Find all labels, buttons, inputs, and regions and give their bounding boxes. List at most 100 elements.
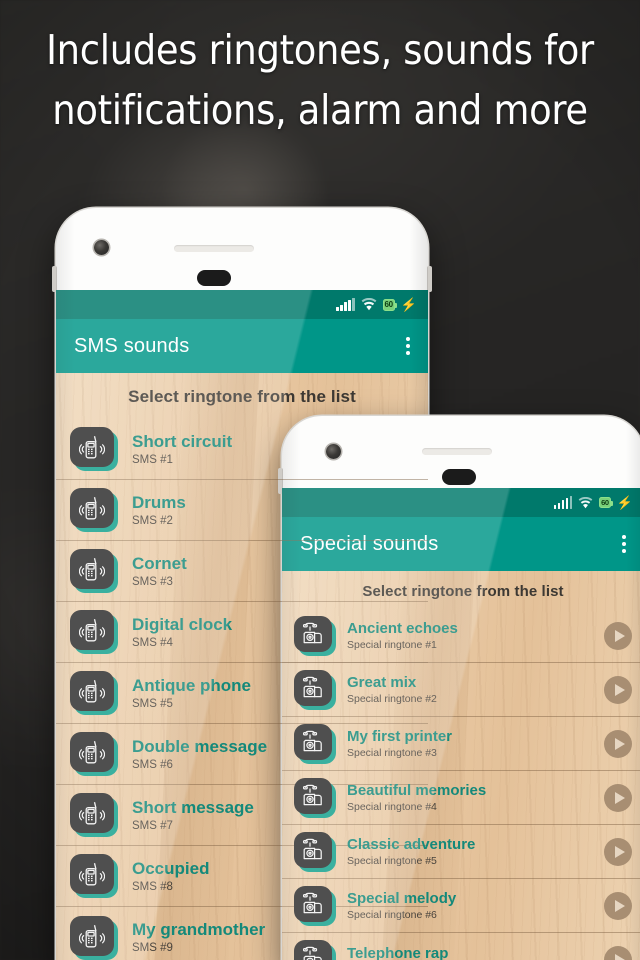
- ringtone-text: Great mix Special ringtone #2: [347, 673, 604, 706]
- play-icon[interactable]: [604, 946, 632, 960]
- front-camera-icon: [94, 240, 109, 255]
- earpiece-speaker-icon: [422, 448, 492, 455]
- play-icon[interactable]: [604, 891, 632, 920]
- cordless-phone-icon: [70, 671, 114, 711]
- ringtone-row[interactable]: Classic adventure Special ringtone #5: [282, 825, 640, 879]
- ringtone-icon-wrapper: [70, 793, 118, 837]
- ringtone-icon-wrapper: [294, 669, 336, 710]
- cordless-phone-icon: [70, 427, 114, 467]
- ringtone-title: Beautiful memories: [347, 782, 487, 799]
- list-pane-special: Select ringtone from the list Ancient ec…: [282, 571, 640, 960]
- play-triangle-icon: [614, 683, 625, 696]
- vintage-telephone-icon: [294, 777, 332, 814]
- ringtone-title: Great mix: [347, 674, 417, 691]
- signal-bars-icon: [336, 298, 355, 311]
- charging-bolt-icon: ⚡: [616, 495, 633, 510]
- ringtone-subtitle: SMS #2: [132, 514, 173, 527]
- ringtone-subtitle: Special ringtone #2: [347, 693, 437, 705]
- play-triangle-icon: [614, 737, 625, 750]
- battery-level-label: 60: [601, 497, 609, 507]
- ringtone-text: Beautiful memories Special ringtone #4: [347, 781, 604, 814]
- cordless-phone-icon: [70, 610, 114, 650]
- ringtone-text: Ancient echoes Special ringtone #1: [347, 619, 604, 652]
- select-hint-sms: Select ringtone from the list: [128, 387, 356, 406]
- ringtone-icon-wrapper: [70, 610, 118, 654]
- play-icon[interactable]: [604, 675, 632, 704]
- ringtone-title: Telephone rap: [347, 944, 449, 960]
- cordless-phone-icon: [70, 793, 114, 833]
- cordless-phone-icon: [70, 854, 114, 894]
- ringtone-subtitle: SMS #1: [132, 453, 173, 466]
- ringtone-title: Short circuit: [132, 431, 233, 451]
- ringtone-text: Special melody Special ringtone #6: [347, 889, 604, 922]
- wifi-icon: [361, 298, 376, 311]
- ringtone-icon-wrapper: [294, 777, 336, 818]
- vintage-telephone-icon: [294, 940, 332, 960]
- overflow-menu-icon[interactable]: [402, 331, 414, 361]
- play-triangle-icon: [614, 954, 625, 960]
- ringtone-text: Drums SMS #2: [132, 492, 428, 529]
- sensor-pill-icon: [197, 270, 231, 286]
- ringtone-title: Drums: [132, 492, 186, 512]
- ringtone-icon-wrapper: [294, 940, 336, 960]
- play-icon[interactable]: [604, 783, 632, 812]
- ringtone-row[interactable]: Drums SMS #2: [56, 480, 428, 541]
- ringtone-icon-wrapper: [70, 488, 118, 532]
- ringtone-icon-wrapper: [70, 549, 118, 593]
- ringtone-text: Telephone rapSpecial ringtone #7: [347, 944, 604, 960]
- vintage-telephone-icon: [294, 723, 332, 760]
- app-bar-title-sms: SMS sounds: [74, 334, 190, 357]
- ringtone-row[interactable]: Special melody Special ringtone #6: [282, 879, 640, 933]
- promo-screenshot: Includes ringtones, sounds for notificat…: [0, 0, 640, 960]
- status-bar-sms: 60 ⚡: [56, 290, 428, 319]
- ringtone-title: Ancient echoes: [347, 620, 458, 637]
- ringtone-icon-wrapper: [70, 915, 118, 960]
- ringtone-subtitle: Special ringtone #3: [347, 747, 437, 759]
- charging-bolt-icon: ⚡: [400, 297, 417, 312]
- battery-icon: 60: [599, 497, 614, 508]
- ringtone-subtitle: Special ringtone #6: [347, 909, 437, 921]
- cordless-phone-icon: [70, 915, 114, 956]
- play-icon[interactable]: [604, 837, 632, 866]
- ringtone-icon-wrapper: [70, 732, 118, 776]
- vintage-telephone-icon: [294, 831, 332, 868]
- vintage-telephone-icon: [294, 885, 332, 922]
- ringtone-row[interactable]: My first printer Special ringtone #3: [282, 717, 640, 771]
- ringtone-text: My first printer Special ringtone #3: [347, 727, 604, 760]
- ringtone-title: My first printer: [347, 728, 453, 745]
- battery-icon: 60: [382, 298, 398, 311]
- ringtone-icon-wrapper: [70, 427, 118, 471]
- ringtone-row[interactable]: Ancient echoes Special ringtone #1: [282, 609, 640, 663]
- ringtone-row[interactable]: Beautiful memories Special ringtone #4: [282, 771, 640, 825]
- signal-bars-icon: [553, 496, 573, 509]
- battery-level-label: 60: [384, 299, 394, 309]
- play-triangle-icon: [614, 845, 625, 858]
- ringtone-icon-wrapper: [294, 885, 336, 926]
- vintage-telephone-icon: [294, 669, 332, 706]
- cordless-phone-icon: [70, 549, 114, 589]
- earpiece-speaker-icon: [174, 245, 254, 252]
- play-icon[interactable]: [604, 729, 632, 758]
- ringtone-icon-wrapper: [294, 831, 336, 872]
- overflow-menu-icon[interactable]: [618, 529, 630, 559]
- ringtone-subtitle: Special ringtone #4: [347, 801, 437, 813]
- ringtone-icon-wrapper: [294, 615, 336, 656]
- ringtone-title: Classic adventure: [347, 836, 476, 853]
- wifi-icon: [578, 496, 593, 508]
- sensor-pill-icon: [442, 469, 476, 485]
- ringtone-icon-wrapper: [70, 854, 118, 898]
- play-icon[interactable]: [604, 621, 632, 650]
- ringtone-icon-wrapper: [294, 723, 336, 764]
- ringtone-subtitle: Special ringtone #1: [347, 639, 437, 651]
- volume-button-icon[interactable]: [52, 266, 57, 292]
- ringtone-text: Short circuit SMS #1: [132, 431, 428, 468]
- ringtone-row[interactable]: Great mix Special ringtone #2: [282, 663, 640, 717]
- power-button-icon[interactable]: [427, 266, 432, 292]
- promo-headline: Includes ringtones, sounds for notificat…: [46, 26, 594, 134]
- ringtone-row[interactable]: Short circuit SMS #1: [56, 419, 428, 480]
- ringtone-row[interactable]: Telephone rapSpecial ringtone #7: [282, 933, 640, 960]
- ringtone-title: Special melody: [347, 890, 457, 907]
- ringtone-subtitle: Special ringtone #5: [347, 855, 437, 867]
- cordless-phone-icon: [70, 488, 114, 528]
- ringtone-list-special[interactable]: Ancient echoes Special ringtone #1 Great m…: [282, 609, 640, 960]
